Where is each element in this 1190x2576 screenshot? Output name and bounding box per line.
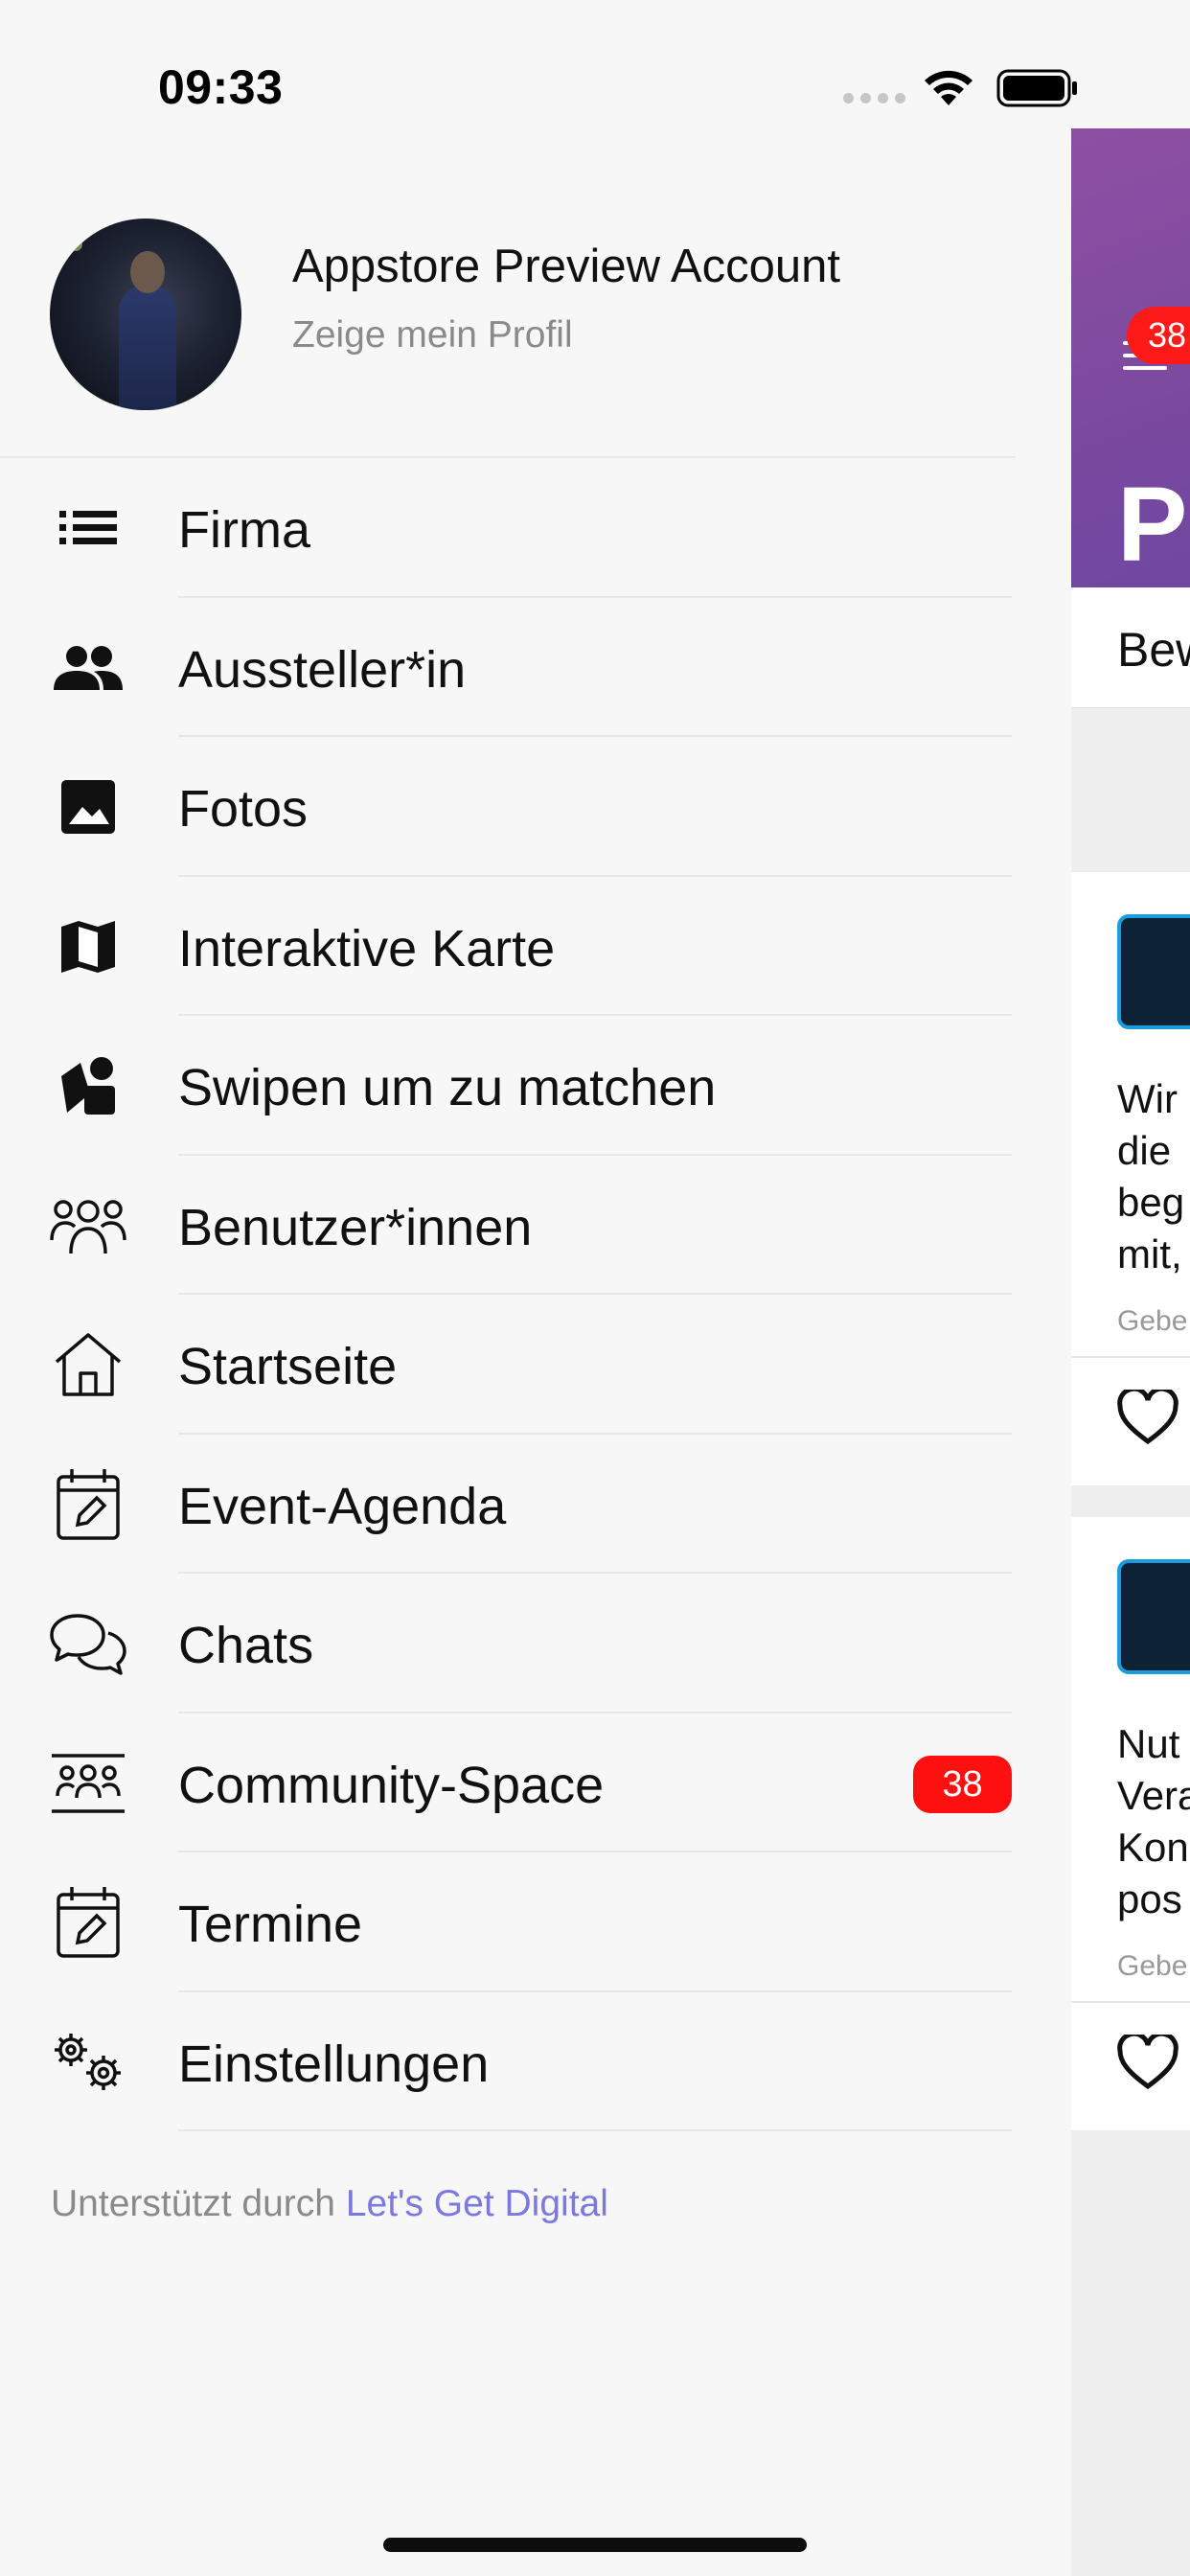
unread-badge: 38 (913, 1755, 1012, 1813)
menu-item-label: Einstellungen (178, 2035, 490, 2093)
company-logo (1117, 914, 1190, 1029)
card-meta: Gebe (1117, 1950, 1188, 1982)
footer-prefix: Unterstützt durch (51, 2183, 335, 2224)
map-icon (48, 911, 128, 982)
powered-by-footer: Unterstützt durch Let's Get Digital (51, 2183, 608, 2225)
card-meta: Gebe (1117, 1305, 1188, 1337)
menu-item-benutzer[interactable]: Benutzer*innen (0, 1156, 1016, 1295)
notification-badge: 38 (1127, 307, 1190, 364)
menu-item-label: Benutzer*innen (178, 1198, 533, 1256)
menu-item-label: Swipen um zu matchen (178, 1059, 717, 1116)
footer-link[interactable]: Let's Get Digital (346, 2183, 608, 2224)
chat-bubbles-icon (48, 1608, 128, 1679)
menu-item-termine[interactable]: Termine (0, 1852, 1016, 1992)
profile-header[interactable]: Appstore Preview Account Zeige mein Prof… (0, 192, 1016, 458)
menu-item-label: Interaktive Karte (178, 919, 556, 978)
company-logo (1117, 1559, 1190, 1674)
menu-item-chats[interactable]: Chats (0, 1574, 1016, 1714)
menu-item-aussteller[interactable]: Aussteller*in (0, 598, 1016, 737)
menu-item-firma[interactable]: Firma (0, 458, 1016, 598)
menu-item-event-agenda[interactable]: Event-Agenda (0, 1435, 1016, 1574)
users-group-icon (48, 1190, 128, 1261)
menu-item-label: Firma (178, 501, 310, 559)
menu-item-label: Startseite (178, 1338, 398, 1395)
main-screen-peek[interactable]: 38 Pi Bew Wir die beg mit, Gebe Nut Vera… (1071, 128, 1190, 2576)
card-text: Nut Vera Kon pos (1117, 1721, 1190, 1921)
heart-icon[interactable] (1117, 1390, 1179, 1445)
menu-item-label: Chats (178, 1617, 314, 1674)
menu-item-einstellungen[interactable]: Einstellungen (0, 1992, 1016, 2131)
drawer-menu: Firma Aussteller*in Fotos Interaktive Ka… (0, 458, 1016, 2131)
menu-item-startseite[interactable]: Startseite (0, 1295, 1016, 1435)
menu-item-interaktive-karte[interactable]: Interaktive Karte (0, 877, 1016, 1016)
main-tab[interactable]: Bew (1117, 622, 1190, 678)
menu-item-fotos[interactable]: Fotos (0, 737, 1016, 877)
feed-card[interactable]: Wir die beg mit, Gebe (1071, 872, 1190, 1485)
home-icon (48, 1329, 128, 1400)
navigation-drawer: Appstore Preview Account Zeige mein Prof… (0, 0, 1016, 2576)
menu-item-community-space[interactable]: Community-Space 38 (0, 1714, 1016, 1852)
menu-item-label: Aussteller*in (178, 640, 467, 699)
community-icon (48, 1748, 128, 1819)
avatar[interactable] (50, 218, 241, 410)
shapes-icon (48, 1050, 128, 1121)
calendar-edit-icon (48, 1887, 128, 1958)
image-icon (48, 771, 128, 842)
divider (1071, 1356, 1190, 1358)
profile-name: Appstore Preview Account (292, 241, 840, 292)
home-indicator[interactable] (383, 2538, 807, 2552)
people-icon (48, 632, 128, 703)
feed-card[interactable]: Nut Vera Kon pos Gebe (1071, 1517, 1190, 2130)
main-title: Pi (1117, 466, 1190, 584)
main-tab-bar[interactable]: Bew (1071, 587, 1190, 708)
menu-item-swipen[interactable]: Swipen um zu matchen (0, 1016, 1016, 1156)
profile-link[interactable]: Zeige mein Profil (292, 314, 573, 356)
menu-item-label: Community-Space (178, 1756, 605, 1814)
divider (1071, 2001, 1190, 2003)
menu-item-label: Termine (178, 1896, 363, 1953)
menu-item-label: Event-Agenda (178, 1477, 507, 1535)
gears-icon (48, 2027, 128, 2098)
calendar-edit-icon (48, 1468, 128, 1540)
card-text: Wir die beg mit, (1117, 1076, 1185, 1276)
heart-icon[interactable] (1117, 2035, 1179, 2090)
main-header: 38 Pi (1071, 128, 1190, 587)
menu-item-label: Fotos (178, 780, 309, 838)
list-icon (48, 493, 128, 564)
